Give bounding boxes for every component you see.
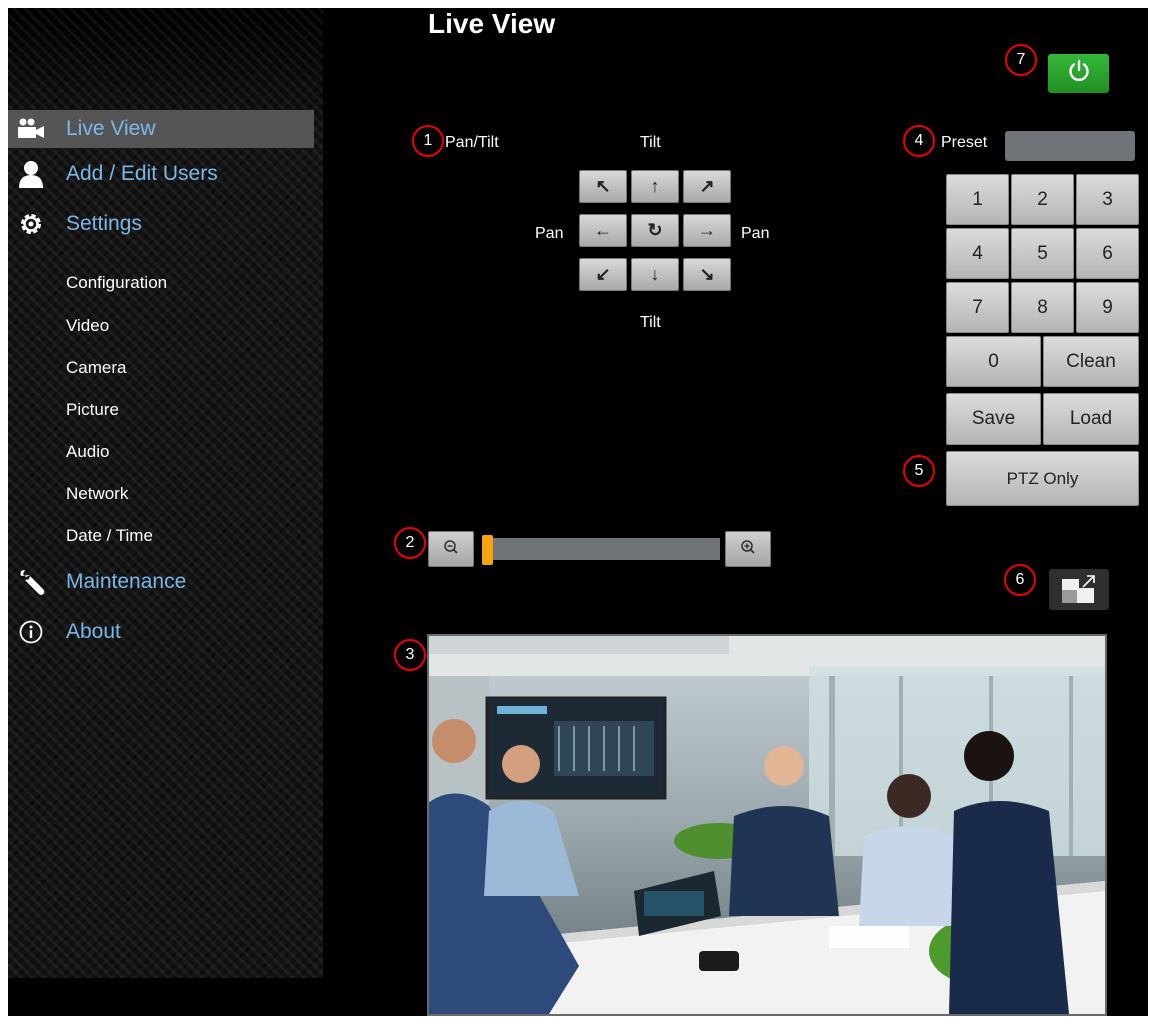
- callout-1: 1: [412, 125, 444, 157]
- power-icon: [1067, 59, 1091, 88]
- pan-tilt-down-right-button[interactable]: ↘: [683, 258, 731, 291]
- preset-key-0[interactable]: 0: [946, 336, 1041, 387]
- settings-sub-configuration[interactable]: Configuration: [66, 273, 167, 293]
- preset-save-button[interactable]: Save: [946, 393, 1041, 445]
- camera-icon: [16, 114, 46, 144]
- settings-sub-audio[interactable]: Audio: [66, 442, 109, 462]
- tilt-down-button[interactable]: ↓: [631, 258, 679, 291]
- home-reset-button[interactable]: ↻: [631, 214, 679, 247]
- pan-label-left: Pan: [535, 225, 564, 242]
- sidebar: Live View Add / Edit Users Settings Conf…: [8, 8, 323, 978]
- wrench-icon: [16, 567, 46, 597]
- sidebar-item-label: Add / Edit Users: [66, 162, 218, 185]
- preset-key-8[interactable]: 8: [1011, 282, 1074, 333]
- callout-2: 2: [394, 527, 426, 559]
- preset-load-button[interactable]: Load: [1043, 393, 1139, 445]
- preset-key-9[interactable]: 9: [1076, 282, 1139, 333]
- ptz-only-button[interactable]: PTZ Only: [946, 451, 1139, 506]
- sidebar-item-label: Maintenance: [66, 570, 187, 593]
- settings-sub-video[interactable]: Video: [66, 316, 109, 336]
- callout-4: 4: [903, 125, 935, 157]
- sidebar-item-settings[interactable]: Settings: [8, 205, 314, 243]
- user-icon: [16, 159, 46, 189]
- callout-6: 6: [1004, 564, 1036, 596]
- pan-right-button[interactable]: →: [683, 214, 731, 247]
- camera-feed-image: [429, 636, 1105, 1014]
- preset-clean-button[interactable]: Clean: [1043, 336, 1139, 387]
- pan-left-button[interactable]: ←: [579, 214, 627, 247]
- fullscreen-button[interactable]: [1049, 569, 1109, 610]
- pan-tilt-down-left-button[interactable]: ↙: [579, 258, 627, 291]
- sidebar-item-label: About: [66, 620, 121, 643]
- preset-input[interactable]: [1005, 131, 1135, 161]
- settings-sub-network[interactable]: Network: [66, 484, 128, 504]
- tilt-up-button[interactable]: ↑: [631, 170, 679, 203]
- preset-key-7[interactable]: 7: [946, 282, 1009, 333]
- settings-sub-camera[interactable]: Camera: [66, 358, 126, 378]
- fullscreen-icon: [1049, 569, 1109, 615]
- pan-tilt-up-right-button[interactable]: ↗: [683, 170, 731, 203]
- sidebar-item-label: Live View: [66, 117, 156, 140]
- sidebar-item-label: Settings: [66, 212, 142, 235]
- zoom-in-icon: [740, 539, 756, 560]
- tilt-label-bottom: Tilt: [640, 314, 661, 331]
- live-video-preview[interactable]: [427, 634, 1107, 1016]
- pan-label-right: Pan: [741, 225, 770, 242]
- sidebar-item-maintenance[interactable]: Maintenance: [8, 563, 314, 601]
- pan-tilt-label: Pan/Tilt: [445, 134, 499, 151]
- sidebar-item-about[interactable]: About: [8, 613, 314, 651]
- power-button[interactable]: [1048, 54, 1109, 93]
- preset-key-6[interactable]: 6: [1076, 228, 1139, 279]
- preset-key-3[interactable]: 3: [1076, 174, 1139, 225]
- zoom-slider-track[interactable]: [482, 538, 720, 560]
- callout-5: 5: [903, 455, 935, 487]
- app-window: Live View Add / Edit Users Settings Conf…: [8, 8, 1148, 1016]
- preset-key-5[interactable]: 5: [1011, 228, 1074, 279]
- preset-key-2[interactable]: 2: [1011, 174, 1074, 225]
- tilt-label-top: Tilt: [640, 134, 661, 151]
- preset-label: Preset: [941, 134, 988, 151]
- preset-key-1[interactable]: 1: [946, 174, 1009, 225]
- callout-3: 3: [394, 639, 426, 671]
- page-title: Live View: [428, 8, 556, 39]
- gear-icon: [16, 209, 46, 239]
- callout-7: 7: [1005, 44, 1037, 76]
- zoom-out-icon: [443, 539, 459, 560]
- info-icon: [16, 617, 46, 647]
- sidebar-item-add-edit-users[interactable]: Add / Edit Users: [8, 155, 314, 193]
- zoom-out-button[interactable]: [428, 531, 474, 567]
- settings-sub-picture[interactable]: Picture: [66, 400, 119, 420]
- sidebar-item-live-view[interactable]: Live View: [8, 110, 314, 148]
- pan-tilt-up-left-button[interactable]: ↖: [579, 170, 627, 203]
- preset-key-4[interactable]: 4: [946, 228, 1009, 279]
- zoom-in-button[interactable]: [725, 531, 771, 567]
- settings-sub-date-time[interactable]: Date / Time: [66, 526, 153, 546]
- zoom-slider-thumb[interactable]: [482, 535, 493, 565]
